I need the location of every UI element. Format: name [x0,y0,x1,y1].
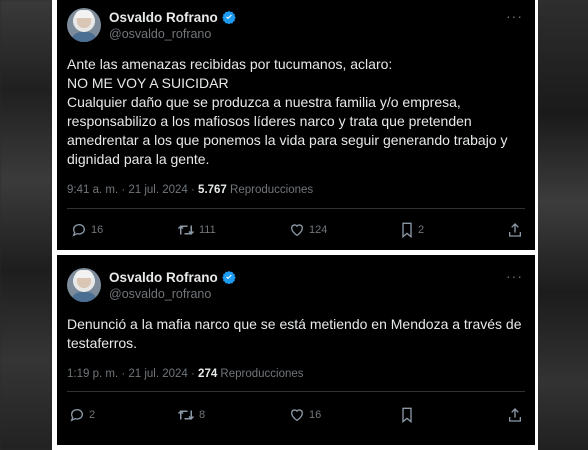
bookmark-icon [402,222,412,238]
action-bar: 16 111 124 2 [67,222,525,242]
like-count: 16 [309,409,322,421]
tweet-timestamp[interactable]: 9:41 a. m. · 21 jul. 2024 · [67,184,198,196]
share-icon [509,408,521,422]
verified-badge-icon [221,270,236,287]
author-name-row[interactable]: Osvaldo Rofrano [109,10,236,27]
author-name[interactable]: Osvaldo Rofrano [109,10,218,25]
author-name[interactable]: Osvaldo Rofrano [109,270,218,285]
view-label: Reproducciones [226,184,314,196]
retweet-icon [177,410,195,420]
retweet-count: 111 [199,224,216,236]
reply-count: 2 [89,409,96,421]
author-handle[interactable]: @osvaldo_rofrano [109,27,211,41]
like-icon [290,224,304,237]
tweet-text: Denunció a la mafia narco que se está me… [67,316,522,351]
tweet-meta: 9:41 a. m. · 21 jul. 2024 · 5.767 Reprod… [67,184,313,196]
tweet-card[interactable]: Osvaldo Rofrano @osvaldo_rofrano ··· Ant… [57,0,535,250]
view-label: Reproducciones [217,368,304,380]
share-icon [509,223,521,237]
bookmark-icon [402,407,412,423]
reply-icon [72,224,85,237]
retweet-count: 8 [199,409,206,421]
view-count: 274 [198,368,218,380]
like-button[interactable]: 16 [289,407,321,423]
view-count: 5.767 [198,184,227,196]
share-button[interactable] [507,407,523,423]
author-handle[interactable]: @osvaldo_rofrano [109,287,211,301]
bookmark-button[interactable] [400,407,418,423]
retweet-icon [177,225,195,235]
bookmark-count: 2 [418,224,425,236]
tweet-text: Ante las amenazas recibidas por tucumano… [67,56,508,167]
more-options-icon[interactable]: ··· [506,8,523,24]
retweet-button[interactable]: 8 [177,407,205,423]
bookmark-button[interactable]: 2 [400,222,424,238]
tweet-meta: 1:19 p. m. · 21 jul. 2024 · 274 Reproduc… [67,368,304,380]
divider [67,391,525,392]
avatar[interactable] [67,8,101,42]
reply-button[interactable]: 16 [71,222,103,238]
action-bar: 2 8 16 [67,407,525,427]
tweet-timestamp[interactable]: 1:19 p. m. · 21 jul. 2024 · [67,368,198,380]
more-options-icon[interactable]: ··· [506,268,523,284]
verified-badge-icon [221,10,236,27]
blurred-background-left [0,0,52,450]
share-button[interactable] [507,222,523,238]
avatar[interactable] [67,268,101,302]
like-count: 124 [309,224,328,236]
reply-count: 16 [91,224,104,236]
reply-icon [70,409,83,422]
tweet-card[interactable]: Osvaldo Rofrano @osvaldo_rofrano ··· Den… [57,255,535,445]
retweet-button[interactable]: 111 [177,222,216,238]
blurred-background-right [538,0,588,450]
reply-button[interactable]: 2 [69,407,95,423]
like-button[interactable]: 124 [289,222,327,238]
author-name-row[interactable]: Osvaldo Rofrano [109,270,236,287]
divider [67,208,525,209]
like-icon [290,409,304,422]
